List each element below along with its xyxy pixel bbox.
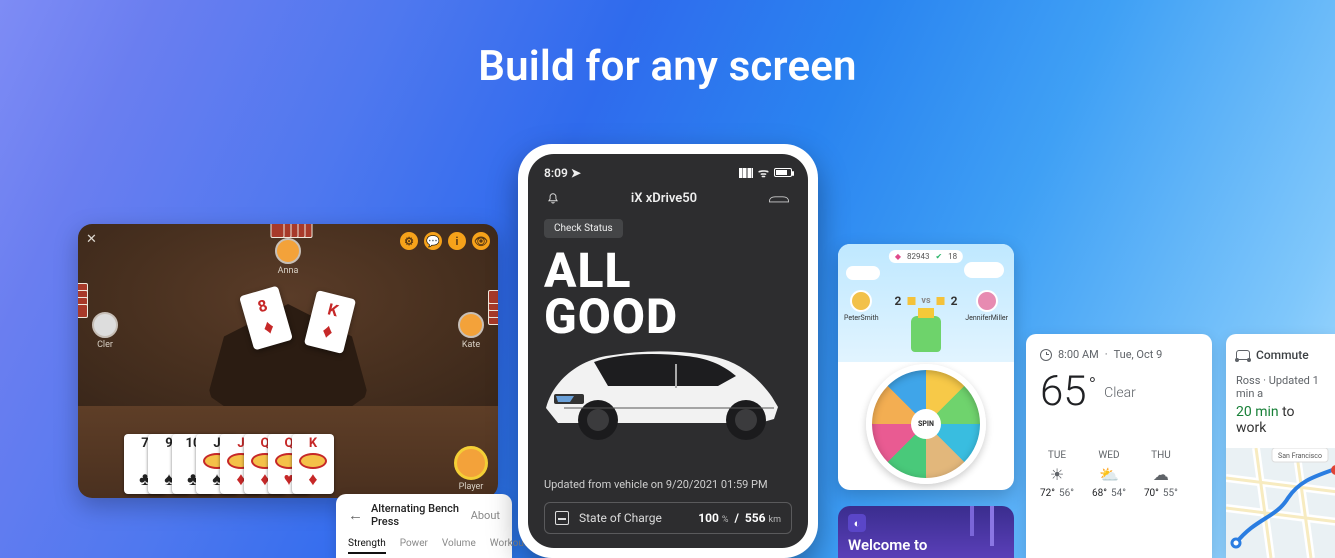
car-outline-icon[interactable] (768, 193, 790, 205)
welcome-text: Welcome to (848, 536, 927, 554)
battery-icon (774, 168, 792, 177)
player-name: JenniferMiller (965, 314, 1008, 322)
player-anna: Anna (275, 238, 301, 276)
player-name: Anna (278, 266, 299, 276)
close-icon[interactable]: ✕ (86, 232, 97, 247)
commute-card[interactable]: Commute Ross · Updated 1 min a 20 min to… (1226, 334, 1335, 558)
action-icons: ⚙ 💬 i 👁 (400, 232, 490, 250)
player-name: Player (459, 482, 484, 492)
fitness-tab[interactable]: Volume (442, 538, 476, 554)
commute-sub: Ross · Updated 1 min a (1236, 374, 1325, 400)
fitness-tile[interactable]: ← Alternating Bench Press About Strength… (336, 494, 512, 558)
svg-text:San Francisco: San Francisco (1278, 452, 1322, 460)
player-area: 7♣9♠10♣J♠J♦Q♦Q♥K♦ Player (78, 406, 498, 498)
car-illustration (534, 322, 804, 452)
app-icon: ◐ (848, 514, 866, 532)
check-icon: ✔ (935, 252, 942, 261)
crown-icon (907, 297, 915, 305)
opponent-hand-left (78, 290, 88, 318)
state-of-charge[interactable]: State of Charge 100 % / 556 km (544, 502, 792, 534)
score: 2vs2 (895, 294, 958, 308)
mascot (911, 316, 941, 352)
fitness-tab[interactable]: Strength (348, 538, 386, 554)
player-name: Kate (462, 340, 480, 350)
check-status-chip[interactable]: Check Status (544, 219, 623, 238)
trivia-hud: ◆82943✔18 (889, 250, 963, 263)
gem-icon: ◆ (895, 252, 901, 261)
phone-tile[interactable]: 8:09 ➤ ᯤ iX xDrive50 Check Status ALLGOO… (518, 144, 818, 558)
fitness-tab[interactable]: Power (400, 538, 428, 554)
commute-header: Commute (1236, 348, 1325, 362)
forecast-day: TUE☀72°56° (1040, 450, 1074, 499)
forecast-row: TUE☀72°56° WED⛅68°54° THU☁70°55° (1040, 450, 1198, 499)
opponent-hand-right (488, 290, 498, 318)
trivia-sky: ◆82943✔18 PeterSmith JenniferMiller 2vs2 (838, 244, 1014, 362)
weather-time: 8:00 AM (1058, 348, 1099, 361)
last-updated: Updated from vehicle on 9/20/2021 01:59 … (544, 478, 792, 491)
cloud-decoration (846, 266, 880, 280)
location-icon: ➤ (571, 166, 581, 180)
info-icon[interactable]: i (448, 232, 466, 250)
forecast-day: THU☁70°55° (1144, 450, 1178, 499)
welcome-tile[interactable]: ◐ Welcome to (838, 506, 1014, 558)
gear-icon[interactable]: ⚙ (400, 232, 418, 250)
building-decoration (990, 506, 994, 546)
condition: Clear (1104, 385, 1136, 401)
hand-card[interactable]: K♦ (292, 434, 334, 494)
crown-icon (937, 297, 945, 305)
exercise-title: Alternating Bench Press (371, 502, 463, 528)
building-decoration (970, 506, 974, 536)
status-time: 8:09 (544, 166, 568, 180)
card-game-tile[interactable]: ✕ ⚙ 💬 i 👁 Anna Cler Kate 8♦ K♦ 7♣9♠10♣J♠… (78, 224, 498, 498)
card-table: ✕ ⚙ 💬 i 👁 Anna Cler Kate 8♦ K♦ (78, 224, 498, 406)
player-right: JenniferMiller (965, 290, 1008, 322)
signal-icon (739, 168, 753, 178)
commute-map[interactable]: San Francisco (1226, 448, 1335, 558)
player-name: Cler (97, 340, 113, 350)
hero-banner: Build for any screen ✕ ⚙ 💬 i 👁 Anna Cler… (0, 0, 1335, 558)
weather-header: 8:00 AM · Tue, Oct 9 (1040, 348, 1198, 361)
weather-icon: ☀ (1050, 465, 1064, 484)
weather-icon: ⛅ (1099, 465, 1119, 484)
player-kate: Kate (458, 312, 484, 350)
back-icon[interactable]: ← (348, 506, 363, 524)
player-cler: Cler (92, 312, 118, 350)
app-header: iX xDrive50 (528, 185, 808, 216)
fuel-icon (555, 511, 569, 525)
spin-button[interactable]: SPIN (911, 409, 941, 439)
wifi-icon: ᯤ (758, 164, 769, 181)
soc-values: 100 % / 556 km (698, 511, 781, 525)
weather-card[interactable]: 8:00 AM · Tue, Oct 9 65° Clear TUE☀72°56… (1026, 334, 1212, 558)
phone-screen: 8:09 ➤ ᯤ iX xDrive50 Check Status ALLGOO… (528, 154, 808, 548)
player-name: PeterSmith (844, 314, 879, 322)
clock-icon (1040, 349, 1052, 361)
vehicle-title: iX xDrive50 (631, 191, 697, 206)
player-left: PeterSmith (844, 290, 879, 322)
opponent-hand-top (271, 224, 306, 238)
player-hand[interactable]: 7♣9♠10♣J♠J♦Q♦Q♥K♦ (142, 434, 334, 494)
weather-icon: ☁ (1153, 465, 1169, 484)
status-bar: 8:09 ➤ ᯤ (528, 154, 808, 185)
commute-time: 20 min to work (1236, 404, 1325, 436)
soc-label: State of Charge (579, 511, 688, 525)
weather-date: Tue, Oct 9 (1114, 348, 1163, 361)
eye-icon[interactable]: 👁 (472, 232, 490, 250)
chat-icon[interactable]: 💬 (424, 232, 442, 250)
trivia-tile[interactable]: ◆82943✔18 PeterSmith JenniferMiller 2vs2… (838, 244, 1014, 490)
cloud-decoration (964, 262, 1004, 278)
about-link[interactable]: About (471, 509, 500, 522)
hero-title: Build for any screen (0, 42, 1335, 91)
player-self: Player (454, 446, 488, 492)
car-icon (1236, 350, 1250, 360)
spin-wheel[interactable]: SPIN (866, 364, 986, 484)
current-temp: 65° Clear (1040, 367, 1198, 416)
forecast-day: WED⛅68°54° (1092, 450, 1126, 499)
bell-icon[interactable] (546, 192, 560, 206)
fitness-tabs: StrengthPowerVolumeWorkouts (348, 538, 500, 554)
